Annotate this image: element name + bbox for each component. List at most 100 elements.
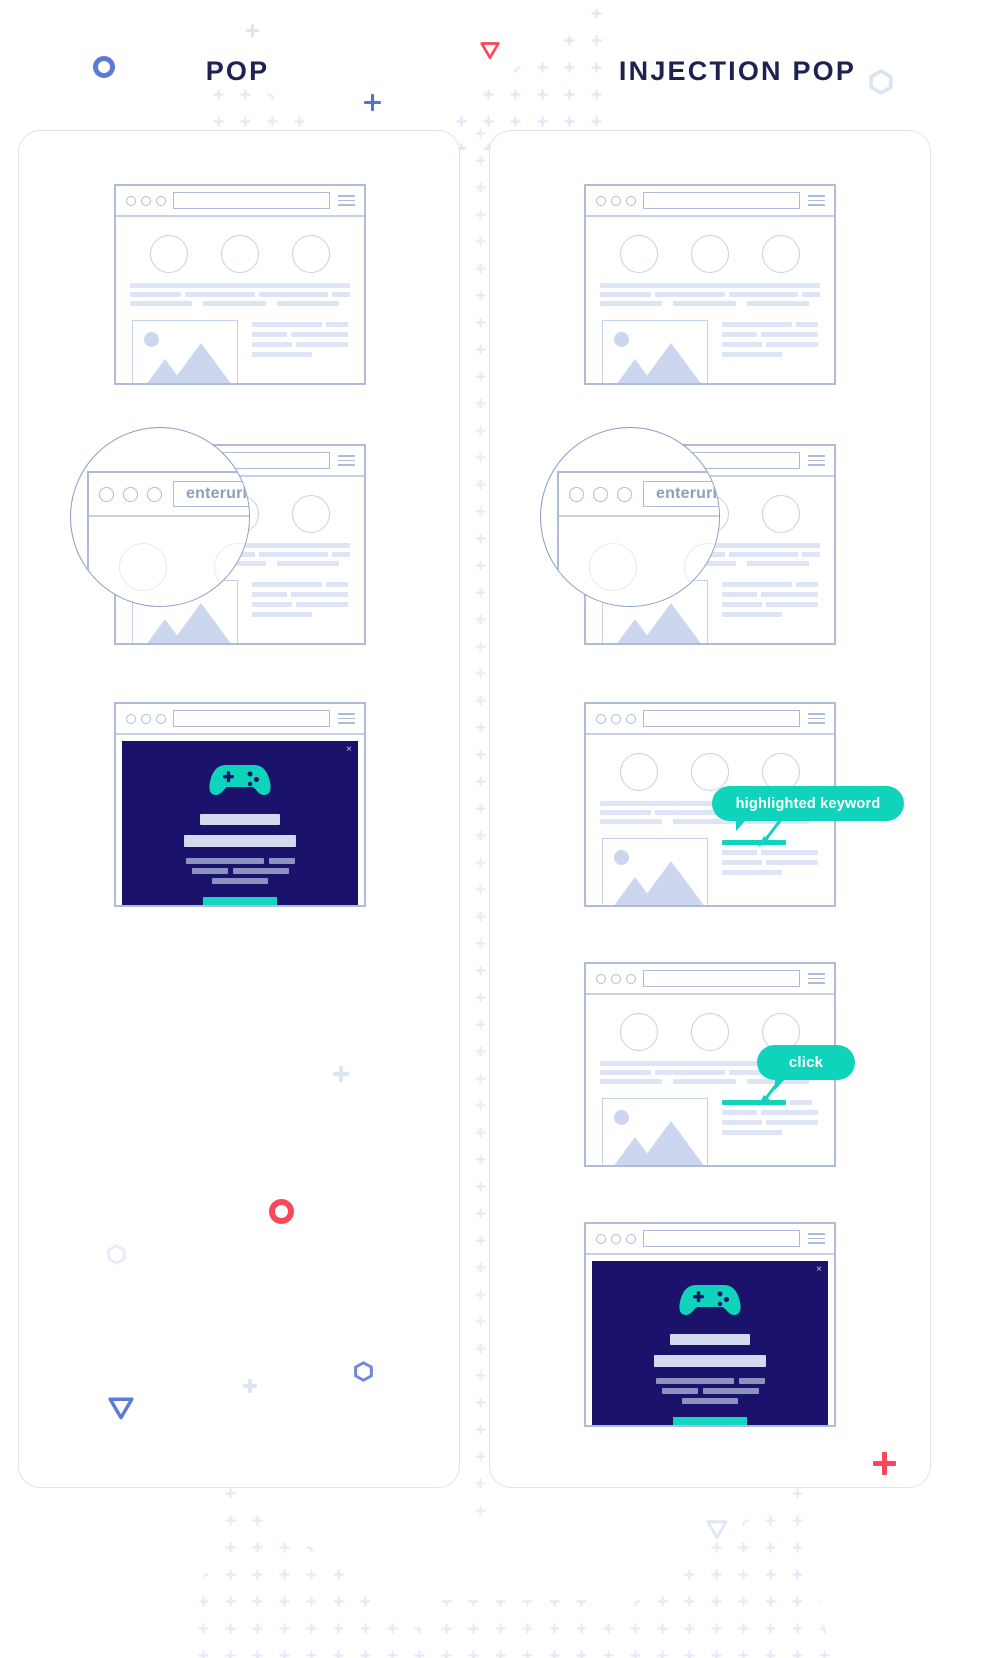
placeholder-circle bbox=[150, 235, 189, 273]
placeholder-circle bbox=[220, 235, 259, 273]
text-column bbox=[673, 1061, 747, 1084]
tooltip-tail bbox=[736, 818, 748, 831]
page-content bbox=[586, 995, 834, 1165]
ad-text-line bbox=[268, 858, 295, 864]
hexagon-blue-bottom bbox=[353, 1361, 374, 1382]
hamburger-icon[interactable] bbox=[338, 455, 355, 466]
page-content: × bbox=[586, 1255, 834, 1425]
placeholder-circle bbox=[690, 1013, 729, 1051]
placeholder-circle bbox=[690, 753, 729, 791]
inj-step-5-browser: × bbox=[584, 1222, 836, 1427]
ad-popup-panel: × bbox=[122, 741, 358, 905]
avatar-row bbox=[586, 217, 834, 273]
pop-magnifier: enterurl.com bbox=[70, 427, 250, 607]
hamburger-icon[interactable] bbox=[338, 713, 355, 724]
traffic-lights bbox=[596, 973, 636, 984]
url-bar[interactable] bbox=[643, 1230, 800, 1247]
ad-cta-button[interactable] bbox=[673, 1417, 747, 1425]
plus-faint-mid bbox=[333, 1066, 349, 1082]
hamburger-icon[interactable] bbox=[808, 455, 825, 466]
hexagon-faint-left bbox=[106, 1244, 127, 1265]
zoomed-toolbar: enterurl.com bbox=[559, 473, 719, 517]
zoomed-toolbar: enterurl.com bbox=[89, 473, 249, 517]
hamburger-icon[interactable] bbox=[808, 973, 825, 984]
ad-cta-button[interactable] bbox=[203, 897, 277, 905]
page-content bbox=[586, 217, 834, 383]
ad-headline bbox=[200, 814, 280, 825]
text-column bbox=[130, 283, 204, 306]
traffic-lights bbox=[569, 486, 632, 502]
ring-blue-top-left bbox=[93, 56, 115, 78]
browser-toolbar bbox=[586, 704, 834, 735]
traffic-lights bbox=[126, 713, 166, 724]
image-placeholder bbox=[602, 838, 708, 905]
placeholder-circle bbox=[589, 543, 637, 591]
text-column bbox=[746, 283, 820, 306]
image-placeholder bbox=[132, 320, 238, 383]
placeholder-circle bbox=[620, 753, 659, 791]
traffic-lights bbox=[126, 195, 166, 206]
page-content bbox=[116, 217, 364, 383]
browser-toolbar bbox=[116, 186, 364, 217]
inj-magnifier: enterurl.com bbox=[540, 427, 720, 607]
hamburger-icon[interactable] bbox=[808, 195, 825, 206]
ad-text-line bbox=[655, 1378, 734, 1384]
url-bar[interactable] bbox=[643, 970, 800, 987]
ad-text-line bbox=[185, 858, 264, 864]
column-title-injection-pop: INJECTION POP bbox=[618, 56, 857, 86]
url-bar[interactable] bbox=[643, 192, 800, 209]
ad-content bbox=[122, 759, 358, 905]
tooltip-label: click bbox=[788, 1054, 824, 1071]
ad-subheadline bbox=[654, 1355, 766, 1367]
traffic-lights bbox=[596, 713, 636, 724]
placeholder-circle bbox=[620, 235, 659, 273]
text-column bbox=[600, 801, 674, 824]
plus-faint-bottom bbox=[243, 1379, 257, 1393]
placeholder-circle bbox=[119, 543, 167, 591]
text-column-row bbox=[586, 273, 834, 306]
url-bar[interactable] bbox=[643, 710, 800, 727]
inj-step-1-browser bbox=[584, 184, 836, 385]
media-and-text-row bbox=[586, 824, 834, 905]
pop-step-3-browser: × bbox=[114, 702, 366, 907]
media-and-text-row bbox=[116, 306, 364, 383]
gamepad-icon bbox=[209, 765, 271, 795]
zoomed-url-bar[interactable]: enterurl.com bbox=[173, 481, 249, 507]
zoomed-browser: enterurl.com bbox=[557, 471, 719, 606]
gamepad-icon bbox=[679, 1285, 741, 1315]
placeholder-circle bbox=[761, 235, 800, 273]
ad-text-line bbox=[702, 1388, 759, 1394]
paragraph-placeholder bbox=[722, 320, 818, 383]
hamburger-icon[interactable] bbox=[808, 713, 825, 724]
browser-toolbar bbox=[586, 964, 834, 995]
zoomed-url-bar[interactable]: enterurl.com bbox=[643, 481, 719, 507]
text-column bbox=[673, 283, 747, 306]
paragraph-placeholder bbox=[722, 580, 818, 643]
tooltip-label: highlighted keyword bbox=[735, 795, 881, 812]
media-and-text-row bbox=[586, 1084, 834, 1165]
paragraph-placeholder bbox=[252, 580, 348, 643]
tooltip-highlighted-keyword: highlighted keyword bbox=[712, 786, 904, 831]
placeholder-circle bbox=[291, 235, 330, 273]
magnifier-content: enterurl.com bbox=[541, 428, 719, 606]
placeholder-circle bbox=[690, 235, 729, 273]
text-column bbox=[203, 283, 277, 306]
url-bar[interactable] bbox=[173, 192, 330, 209]
hamburger-icon[interactable] bbox=[338, 195, 355, 206]
placeholder-circle bbox=[291, 495, 330, 533]
hexagon-top-right bbox=[868, 69, 894, 95]
close-icon[interactable]: × bbox=[346, 745, 352, 755]
media-and-text-row bbox=[586, 306, 834, 383]
ring-red-mid bbox=[269, 1199, 294, 1224]
image-placeholder bbox=[602, 320, 708, 383]
ad-headline bbox=[670, 1334, 750, 1345]
url-bar[interactable] bbox=[173, 710, 330, 727]
avatar-row bbox=[586, 735, 834, 791]
image-placeholder bbox=[602, 1098, 708, 1165]
text-column bbox=[276, 283, 350, 306]
close-icon[interactable]: × bbox=[816, 1265, 822, 1275]
ad-text-line bbox=[212, 878, 268, 884]
ad-popup-panel: × bbox=[592, 1261, 828, 1425]
text-column bbox=[600, 283, 674, 306]
hamburger-icon[interactable] bbox=[808, 1233, 825, 1244]
